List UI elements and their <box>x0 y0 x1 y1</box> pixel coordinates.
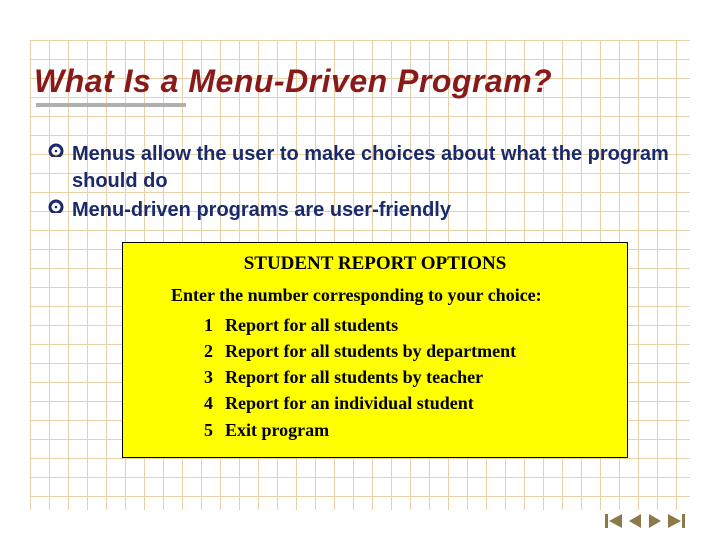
bullet-text: Menus allow the user to make choices abo… <box>72 141 678 195</box>
menu-box: STUDENT REPORT OPTIONS Enter the number … <box>122 242 628 457</box>
menu-item: 5 Exit program <box>199 417 609 443</box>
menu-item-label: Exit program <box>225 417 329 443</box>
menu-item-label: Report for an individual student <box>225 390 474 416</box>
bullet-list: Menus allow the user to make choices abo… <box>48 141 678 224</box>
circle-bullet-icon <box>48 141 64 157</box>
menu-item-number: 4 <box>199 390 213 416</box>
title-underline <box>36 103 186 107</box>
menu-title: STUDENT REPORT OPTIONS <box>141 253 609 275</box>
bullet-text: Menu-driven programs are user-friendly <box>72 197 451 224</box>
slide-content: What Is a Menu-Driven Program? Menus all… <box>0 0 720 540</box>
slide-title: What Is a Menu-Driven Program? <box>34 64 688 99</box>
menu-item: 4 Report for an individual student <box>199 390 609 416</box>
bullet-item: Menus allow the user to make choices abo… <box>48 141 678 195</box>
menu-prompt: Enter the number corresponding to your c… <box>171 285 609 306</box>
menu-item: 2 Report for all students by department <box>199 338 609 364</box>
menu-item-number: 3 <box>199 364 213 390</box>
menu-item-number: 1 <box>199 312 213 338</box>
menu-items: 1 Report for all students 2 Report for a… <box>199 312 609 442</box>
menu-item: 3 Report for all students by teacher <box>199 364 609 390</box>
menu-item-number: 5 <box>199 417 213 443</box>
menu-item-label: Report for all students by department <box>225 338 516 364</box>
menu-item-label: Report for all students <box>225 312 398 338</box>
menu-item-number: 2 <box>199 338 213 364</box>
bullet-item: Menu-driven programs are user-friendly <box>48 197 678 224</box>
menu-item-label: Report for all students by teacher <box>225 364 483 390</box>
circle-bullet-icon <box>48 197 64 213</box>
menu-item: 1 Report for all students <box>199 312 609 338</box>
